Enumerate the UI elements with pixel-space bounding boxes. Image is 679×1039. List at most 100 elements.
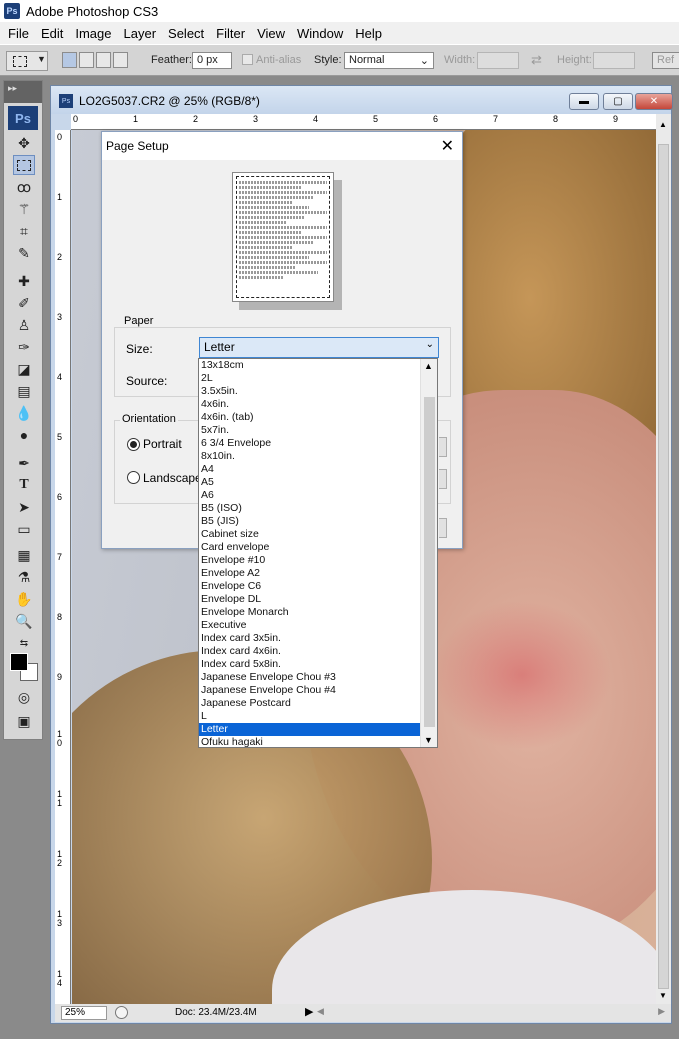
- screen-mode-icon[interactable]: ▣: [13, 711, 35, 731]
- rectangle-tool-icon[interactable]: ▭: [13, 519, 35, 539]
- swap-icon[interactable]: ⇄: [531, 52, 542, 68]
- vertical-scrollbar[interactable]: ▲ ▼: [656, 114, 671, 1004]
- chevron-down-icon[interactable]: ▼: [424, 735, 433, 745]
- paper-size-option[interactable]: 5x7in.: [199, 424, 421, 437]
- quick-mask-icon[interactable]: ◎: [13, 687, 35, 707]
- menu-select[interactable]: Select: [162, 26, 210, 41]
- document-title-bar[interactable]: Ps LO2G5037.CR2 @ 25% (RGB/8*) ▬ ▢ ✕: [51, 86, 673, 114]
- margin-field-stub[interactable]: [439, 469, 447, 489]
- menu-window[interactable]: Window: [291, 26, 349, 41]
- magic-wand-tool-icon[interactable]: ⚚: [13, 199, 35, 219]
- paper-size-option[interactable]: 4x6in.: [199, 398, 421, 411]
- refine-edge-button[interactable]: Ref: [652, 52, 679, 69]
- paper-size-option[interactable]: Envelope C6: [199, 580, 421, 593]
- scroll-up-icon[interactable]: ▲: [659, 120, 667, 129]
- paper-size-option[interactable]: A6: [199, 489, 421, 502]
- margin-field-stub[interactable]: [439, 437, 447, 457]
- dialog-close-icon[interactable]: ✕: [441, 136, 454, 156]
- paper-size-option[interactable]: Envelope DL: [199, 593, 421, 606]
- feather-input[interactable]: 0 px: [192, 52, 232, 69]
- scroll-left-icon[interactable]: ◀: [317, 1006, 324, 1017]
- history-brush-tool-icon[interactable]: ✑: [13, 337, 35, 357]
- paper-size-option[interactable]: Letter: [199, 723, 421, 736]
- photoshop-logo[interactable]: Ps: [8, 106, 38, 130]
- eraser-tool-icon[interactable]: ◪: [13, 359, 35, 379]
- chevron-up-icon[interactable]: ▲: [424, 361, 433, 371]
- paper-size-option[interactable]: L: [199, 710, 421, 723]
- paper-size-option[interactable]: A4: [199, 463, 421, 476]
- menu-image[interactable]: Image: [69, 26, 117, 41]
- vertical-ruler[interactable]: 0 1 2 3 4 5 6 7 8 9 1 0 1 1 1 2 1 3 1 4: [55, 130, 71, 1004]
- paper-size-option[interactable]: Envelope Monarch: [199, 606, 421, 619]
- paper-size-option[interactable]: Index card 5x8in.: [199, 658, 421, 671]
- foreground-color-swatch[interactable]: [10, 653, 28, 671]
- paper-size-option[interactable]: 3.5x5in.: [199, 385, 421, 398]
- paper-size-option[interactable]: Executive: [199, 619, 421, 632]
- paper-size-option[interactable]: A5: [199, 476, 421, 489]
- zoom-level-field[interactable]: 25%: [61, 1006, 107, 1020]
- type-tool-icon[interactable]: T: [13, 475, 35, 495]
- healing-brush-tool-icon[interactable]: ✚: [13, 271, 35, 291]
- clone-stamp-tool-icon[interactable]: ♙: [13, 315, 35, 335]
- paper-size-option[interactable]: Japanese Postcard: [199, 697, 421, 710]
- minimize-button[interactable]: ▬: [569, 93, 599, 110]
- dropdown-scroll-thumb[interactable]: [424, 397, 435, 727]
- menu-filter[interactable]: Filter: [210, 26, 251, 41]
- menu-edit[interactable]: Edit: [35, 26, 69, 41]
- menu-help[interactable]: Help: [349, 26, 388, 41]
- paper-size-option[interactable]: Japanese Envelope Chou #4: [199, 684, 421, 697]
- intersect-selection-button[interactable]: [113, 52, 128, 68]
- tool-preset-picker[interactable]: ▼: [6, 51, 48, 71]
- zoom-tool-icon[interactable]: 🔍: [13, 611, 35, 631]
- menu-layer[interactable]: Layer: [118, 26, 163, 41]
- new-selection-button[interactable]: [62, 52, 77, 68]
- maximize-button[interactable]: ▢: [603, 93, 633, 110]
- paper-size-option[interactable]: 2L: [199, 372, 421, 385]
- horizontal-ruler[interactable]: 0 1 2 3 4 5 6 7 8 9: [71, 114, 656, 130]
- close-button[interactable]: ✕: [635, 93, 673, 110]
- path-selection-tool-icon[interactable]: ➤: [13, 497, 35, 517]
- paper-size-option[interactable]: Card envelope: [199, 541, 421, 554]
- scrollbar-thumb[interactable]: [658, 144, 669, 989]
- notes-tool-icon[interactable]: ▦: [13, 545, 35, 565]
- status-menu-arrow-icon[interactable]: ▶: [305, 1005, 313, 1018]
- style-select[interactable]: Normal ⌄: [344, 52, 434, 69]
- paper-size-option[interactable]: Index card 4x6in.: [199, 645, 421, 658]
- menu-view[interactable]: View: [251, 26, 291, 41]
- eyedropper-tool-icon[interactable]: ⚗: [13, 567, 35, 587]
- paper-size-option[interactable]: 4x6in. (tab): [199, 411, 421, 424]
- dodge-tool-icon[interactable]: ●: [13, 425, 35, 445]
- subtract-from-selection-button[interactable]: [96, 52, 111, 68]
- anti-alias-checkbox[interactable]: [242, 54, 253, 65]
- hand-tool-icon[interactable]: ✋: [13, 589, 35, 609]
- paper-size-option[interactable]: Envelope #10: [199, 554, 421, 567]
- paper-size-option[interactable]: Index card 3x5in.: [199, 632, 421, 645]
- status-options-icon[interactable]: [115, 1006, 128, 1019]
- paper-size-option[interactable]: Japanese Envelope Chou #3: [199, 671, 421, 684]
- scroll-down-icon[interactable]: ▼: [659, 991, 667, 1000]
- height-input[interactable]: [593, 52, 635, 69]
- paper-size-option[interactable]: B5 (ISO): [199, 502, 421, 515]
- move-tool-icon[interactable]: ✥: [13, 133, 35, 153]
- portrait-radio[interactable]: [127, 438, 140, 451]
- paper-size-option[interactable]: Cabinet size: [199, 528, 421, 541]
- paper-size-option[interactable]: 6 3/4 Envelope: [199, 437, 421, 450]
- toolbox-header[interactable]: ▸▸: [4, 81, 42, 103]
- scroll-right-icon[interactable]: ▶: [658, 1006, 665, 1017]
- swap-colors-icon[interactable]: ⇆: [13, 633, 35, 653]
- paper-size-option[interactable]: Envelope A2: [199, 567, 421, 580]
- blur-tool-icon[interactable]: 💧: [13, 403, 35, 423]
- add-to-selection-button[interactable]: [79, 52, 94, 68]
- paper-size-dropdown[interactable]: 13x18cm 2L 3.5x5in. 4x6in. 4x6in. (tab) 5x7in…: [198, 358, 438, 748]
- crop-tool-icon[interactable]: ⌗: [13, 221, 35, 241]
- lasso-tool-icon[interactable]: ꝏ: [13, 177, 35, 197]
- dialog-button-stub[interactable]: [439, 518, 447, 538]
- gradient-tool-icon[interactable]: ▤: [13, 381, 35, 401]
- dropdown-scrollbar[interactable]: ▲ ▼: [420, 359, 437, 747]
- paper-size-option[interactable]: Ofuku hagaki: [199, 736, 421, 747]
- menu-file[interactable]: File: [2, 26, 35, 41]
- marquee-tool-icon[interactable]: [13, 155, 35, 175]
- dialog-title-bar[interactable]: Page Setup ✕: [102, 132, 462, 160]
- paper-size-option[interactable]: 13x18cm: [199, 359, 421, 372]
- pen-tool-icon[interactable]: ✒: [13, 453, 35, 473]
